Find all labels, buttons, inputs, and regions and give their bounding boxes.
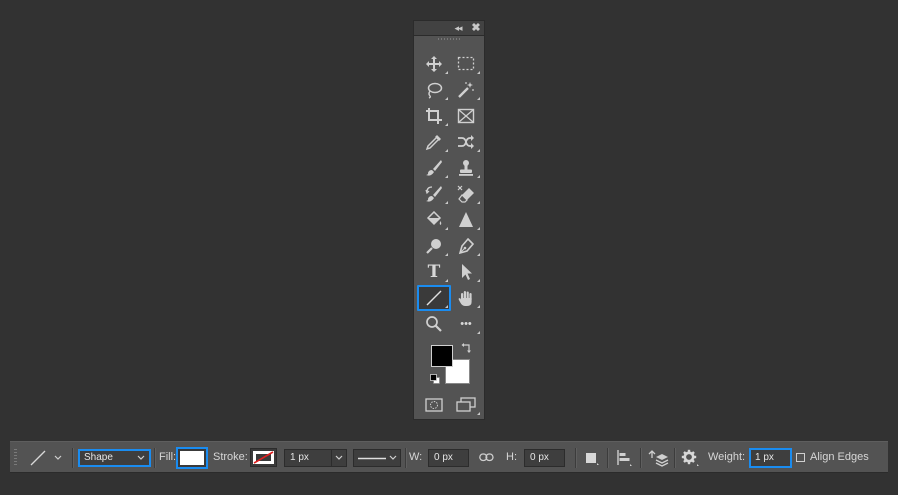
stroke-swatch-button[interactable]: [250, 448, 277, 467]
more-icon: •••: [460, 318, 472, 330]
screen-mode-button[interactable]: [450, 393, 482, 417]
pen-tool[interactable]: [450, 234, 482, 258]
geometry-options-button[interactable]: [681, 449, 701, 467]
path-alignment-button[interactable]: [616, 449, 634, 467]
clone-stamp-tool[interactable]: [450, 156, 482, 180]
tools-panel: ◂◂ ✖ T •••: [413, 20, 485, 420]
line-icon: [426, 290, 442, 306]
chevron-down-icon: [389, 455, 397, 460]
lasso-icon: [427, 82, 443, 99]
line-icon: [30, 450, 46, 466]
type-tool[interactable]: T: [418, 260, 450, 284]
chevron-down-icon: [335, 455, 343, 460]
align-left-icon: [617, 450, 632, 466]
stroke-type-dropdown[interactable]: [353, 449, 401, 467]
dodge-icon: [426, 239, 441, 254]
arrow-icon: [462, 264, 472, 280]
hand-tool[interactable]: [450, 286, 482, 310]
chevron-down-icon: [54, 455, 62, 460]
no-stroke-swatch-icon: [253, 451, 274, 464]
paint-bucket-icon: [426, 211, 442, 226]
path-operations-button[interactable]: [584, 450, 600, 466]
options-bar: Shape Fill: Stroke: 1 px W: 0 px H: 0 px…: [10, 441, 888, 473]
content-aware-move-tool[interactable]: [450, 130, 482, 154]
eyedropper-tool[interactable]: [418, 130, 450, 154]
tools-panel-header[interactable]: ◂◂ ✖: [414, 21, 484, 36]
foreground-color-swatch[interactable]: [431, 345, 453, 367]
options-bar-grip[interactable]: [14, 449, 17, 467]
zoom-tool[interactable]: [418, 312, 450, 336]
close-icon[interactable]: ✖: [470, 21, 482, 35]
tool-mode-dropdown[interactable]: Shape: [78, 449, 151, 467]
quick-mask-button[interactable]: [418, 393, 450, 417]
frame-icon: [457, 108, 475, 124]
eyedropper-icon: [425, 135, 441, 151]
height-field[interactable]: 0 px: [524, 449, 565, 467]
align-edges-label[interactable]: Align Edges: [810, 451, 869, 463]
edit-toolbar[interactable]: •••: [450, 312, 482, 336]
align-edges-checkbox[interactable]: [796, 453, 805, 462]
hand-icon: [458, 291, 472, 306]
arrange-layers-icon: [648, 450, 669, 467]
magic-wand-icon: [458, 82, 474, 98]
blur-tool[interactable]: [450, 208, 482, 232]
height-value: 0 px: [530, 452, 549, 463]
solid-line-icon: [358, 457, 386, 460]
path-operations-icon: [586, 453, 599, 465]
marquee-icon: [457, 56, 475, 71]
path-arrangement-button[interactable]: [647, 448, 669, 468]
magic-wand-tool[interactable]: [450, 78, 482, 102]
paint-bucket-tool[interactable]: [418, 208, 450, 232]
tool-mode-value: Shape: [84, 452, 113, 463]
weight-label: Weight:: [708, 451, 746, 463]
fill-swatch-button[interactable]: [176, 447, 208, 469]
fill-label: Fill:: [159, 451, 177, 463]
stroke-label: Stroke:: [213, 451, 248, 463]
path-selection-tool[interactable]: [450, 260, 482, 284]
crop-icon: [426, 108, 442, 124]
link-icon[interactable]: [479, 453, 494, 462]
pen-icon: [458, 237, 475, 255]
blur-triangle-icon: [459, 212, 473, 227]
gear-icon: [681, 449, 699, 466]
crop-tool[interactable]: [418, 104, 450, 128]
line-tool[interactable]: [417, 285, 451, 311]
width-value: 0 px: [434, 452, 453, 463]
weight-field[interactable]: 1 px: [749, 448, 792, 468]
dodge-tool[interactable]: [418, 234, 450, 258]
brush-icon: [426, 160, 442, 176]
panel-grip[interactable]: [414, 36, 484, 42]
screen-mode-icon: [456, 397, 476, 412]
move-icon: [426, 56, 442, 72]
rectangular-marquee-tool[interactable]: [450, 52, 482, 76]
stamp-icon: [459, 160, 473, 176]
swap-colors-icon[interactable]: [461, 342, 473, 354]
tool-preset-picker[interactable]: [28, 448, 68, 468]
history-brush-tool[interactable]: [418, 182, 450, 206]
eraser-icon: [457, 185, 474, 203]
lasso-tool[interactable]: [418, 78, 450, 102]
quick-mask-icon: [425, 398, 443, 412]
eraser-tool[interactable]: [450, 182, 482, 206]
fill-color-swatch: [180, 451, 204, 465]
zoom-icon: [426, 316, 442, 332]
default-colors-icon[interactable]: [430, 374, 440, 384]
stroke-width-field[interactable]: 1 px: [284, 449, 347, 467]
chevron-down-icon: [137, 455, 145, 460]
content-aware-move-icon: [458, 135, 474, 149]
frame-tool[interactable]: [450, 104, 482, 128]
brush-tool[interactable]: [418, 156, 450, 180]
stroke-width-value: 1 px: [290, 452, 309, 463]
stroke-width-dropdown[interactable]: [331, 450, 346, 466]
history-brush-icon: [425, 186, 442, 202]
width-field[interactable]: 0 px: [428, 449, 469, 467]
height-label: H:: [506, 451, 517, 463]
collapse-icon[interactable]: ◂◂: [452, 21, 464, 35]
move-tool[interactable]: [418, 52, 450, 76]
width-label: W:: [409, 451, 423, 463]
weight-value: 1 px: [755, 452, 774, 463]
type-icon: T: [427, 262, 441, 282]
